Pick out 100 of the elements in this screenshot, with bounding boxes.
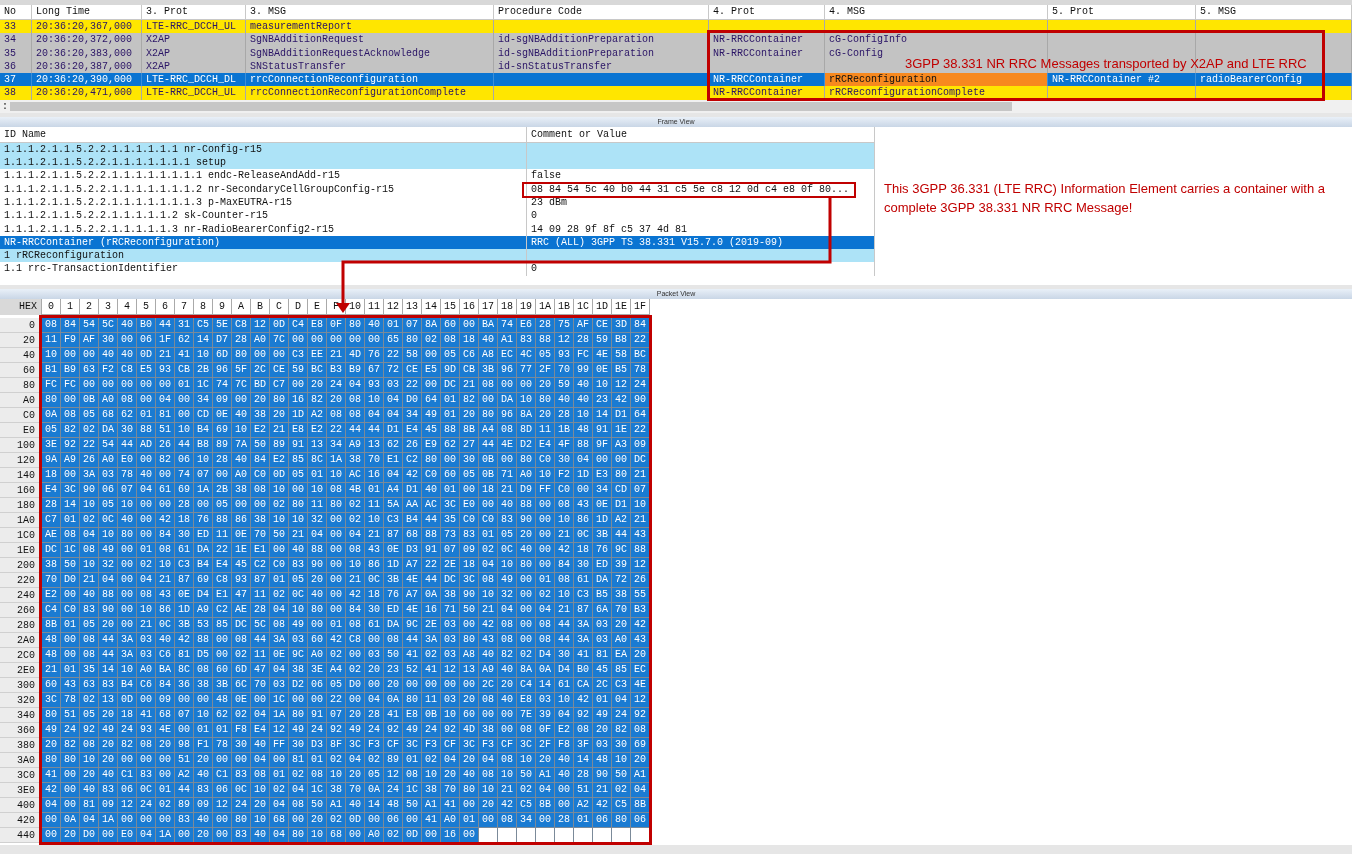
hex-cell[interactable]: 38	[479, 722, 497, 737]
table-cell[interactable]: 34	[0, 33, 32, 47]
hex-cell[interactable]: 88	[574, 437, 592, 452]
hex-cell[interactable]: 00	[479, 812, 497, 827]
hex-cell[interactable]: 80	[460, 632, 478, 647]
hex-cell[interactable]: 0F	[327, 317, 345, 332]
hex-cell[interactable]: CD	[612, 482, 630, 497]
hex-cell[interactable]: 3E	[42, 437, 60, 452]
hex-cell[interactable]: 00	[365, 677, 383, 692]
hex-cell[interactable]: 04	[270, 662, 288, 677]
hex-cell[interactable]: 54	[80, 317, 98, 332]
hex-cell[interactable]: 00	[593, 452, 611, 467]
hex-cell[interactable]: 20	[194, 752, 212, 767]
hex-cell[interactable]: 08	[498, 752, 516, 767]
hex-cell[interactable]: 24	[137, 797, 155, 812]
hex-cell[interactable]: 05	[365, 767, 383, 782]
hex-cell[interactable]: 03	[441, 647, 459, 662]
hex-cell[interactable]: 00	[61, 782, 79, 797]
hex-cell[interactable]: 82	[498, 647, 516, 662]
id-name-cell[interactable]: 1.1.1.2.1.1.5.2.2.1.1.1.1.1.1.1.2 nr-SecondaryCellGroupConfig-r15	[0, 182, 527, 196]
hex-cell[interactable]: 18	[175, 512, 193, 527]
hex-cell[interactable]: 43	[61, 677, 79, 692]
hex-cell[interactable]: 2C	[479, 677, 497, 692]
hex-cell[interactable]: 84	[61, 317, 79, 332]
hex-cell[interactable]: 08	[536, 617, 554, 632]
hex-cell[interactable]: 04	[42, 797, 60, 812]
hex-cell[interactable]: 20	[498, 677, 516, 692]
column-header[interactable]: Procedure Code	[494, 5, 709, 20]
hex-cell[interactable]: 48	[213, 692, 231, 707]
hex-cell[interactable]: 18	[574, 542, 592, 557]
hex-cell[interactable]: 38	[441, 587, 459, 602]
hex-cell[interactable]: 20	[270, 407, 288, 422]
hex-cell[interactable]: 00	[517, 377, 535, 392]
hex-cell[interactable]: 82	[460, 392, 478, 407]
hex-cell[interactable]: 0B	[479, 467, 497, 482]
hex-cell[interactable]: 41	[574, 647, 592, 662]
hex-cell[interactable]: 88	[631, 542, 649, 557]
hex-cell[interactable]: 03	[384, 377, 402, 392]
hex-cell[interactable]: 45	[593, 662, 611, 677]
column-header[interactable]: Long Time	[32, 5, 142, 20]
hex-cell[interactable]: 00	[137, 452, 155, 467]
hex-cell[interactable]: 20	[631, 752, 649, 767]
hex-cell[interactable]: C8	[346, 632, 364, 647]
hex-cell[interactable]: 00	[327, 557, 345, 572]
hex-cell[interactable]: 49	[289, 722, 307, 737]
hex-cell[interactable]: 10	[308, 827, 326, 842]
hex-cell[interactable]: 80	[612, 812, 630, 827]
hex-cell[interactable]: 40	[479, 647, 497, 662]
hex-cell[interactable]: 24	[118, 722, 136, 737]
hex-cell[interactable]: 10	[156, 557, 174, 572]
hex-cell[interactable]: FC	[61, 377, 79, 392]
hex-cell[interactable]: 92	[384, 722, 402, 737]
hex-cell[interactable]: 2B	[213, 482, 231, 497]
hex-cell[interactable]: 9D	[441, 362, 459, 377]
hex-cell[interactable]: 93	[156, 362, 174, 377]
hex-cell[interactable]: 12	[631, 692, 649, 707]
hex-cell[interactable]: 00	[555, 797, 573, 812]
hex-cell[interactable]: CB	[175, 362, 193, 377]
hex-cell[interactable]: F3	[479, 737, 497, 752]
hex-cell[interactable]: 8A	[422, 317, 440, 332]
hex-cell[interactable]: BC	[308, 362, 326, 377]
hex-cell[interactable]: 20	[194, 827, 212, 842]
hex-cell[interactable]: 00	[365, 332, 383, 347]
hex-cell[interactable]: 00	[441, 452, 459, 467]
hex-cell[interactable]: 1C	[403, 782, 421, 797]
hex-cell[interactable]: 5E	[213, 317, 231, 332]
hex-cell[interactable]: 78	[631, 362, 649, 377]
hex-cell[interactable]: CE	[403, 362, 421, 377]
hex-cell[interactable]: 02	[327, 647, 345, 662]
hex-cell[interactable]: A0	[517, 467, 535, 482]
hex-cell[interactable]: 44	[175, 782, 193, 797]
hex-cell[interactable]: 1B	[555, 422, 573, 437]
hex-cell[interactable]: 02	[365, 752, 383, 767]
hex-cell[interactable]: A1	[536, 767, 554, 782]
hex-cell[interactable]: E0	[118, 827, 136, 842]
hex-cell[interactable]: 03	[441, 692, 459, 707]
hex-cell[interactable]: 38	[289, 662, 307, 677]
hex-cell[interactable]: C1	[118, 767, 136, 782]
hex-cell[interactable]: 18	[42, 467, 60, 482]
hex-cell[interactable]: 41	[422, 812, 440, 827]
hex-cell[interactable]: 76	[194, 512, 212, 527]
hex-cell[interactable]: 04	[574, 452, 592, 467]
hex-cell[interactable]: 3A	[270, 632, 288, 647]
hex-cell[interactable]: 10	[308, 482, 326, 497]
hex-cell[interactable]: 3B	[175, 617, 193, 632]
hex-cell[interactable]: 04	[384, 407, 402, 422]
hex-cell[interactable]: 00	[555, 782, 573, 797]
hex-cell[interactable]: 5A	[384, 497, 402, 512]
hex-cell[interactable]: 68	[99, 407, 117, 422]
hex-cell[interactable]: 35	[80, 662, 98, 677]
hex-cell[interactable]: C4	[289, 317, 307, 332]
hex-cell[interactable]: 22	[213, 542, 231, 557]
hex-cell[interactable]: 00	[270, 542, 288, 557]
hex-cell[interactable]: 81	[289, 752, 307, 767]
hex-cell[interactable]: 08	[61, 407, 79, 422]
hex-cell[interactable]: 08	[289, 797, 307, 812]
hex-cell[interactable]: 00	[517, 617, 535, 632]
hex-cell[interactable]: F3	[365, 737, 383, 752]
hex-cell[interactable]: 28	[251, 602, 269, 617]
hex-cell[interactable]: 00	[175, 827, 193, 842]
